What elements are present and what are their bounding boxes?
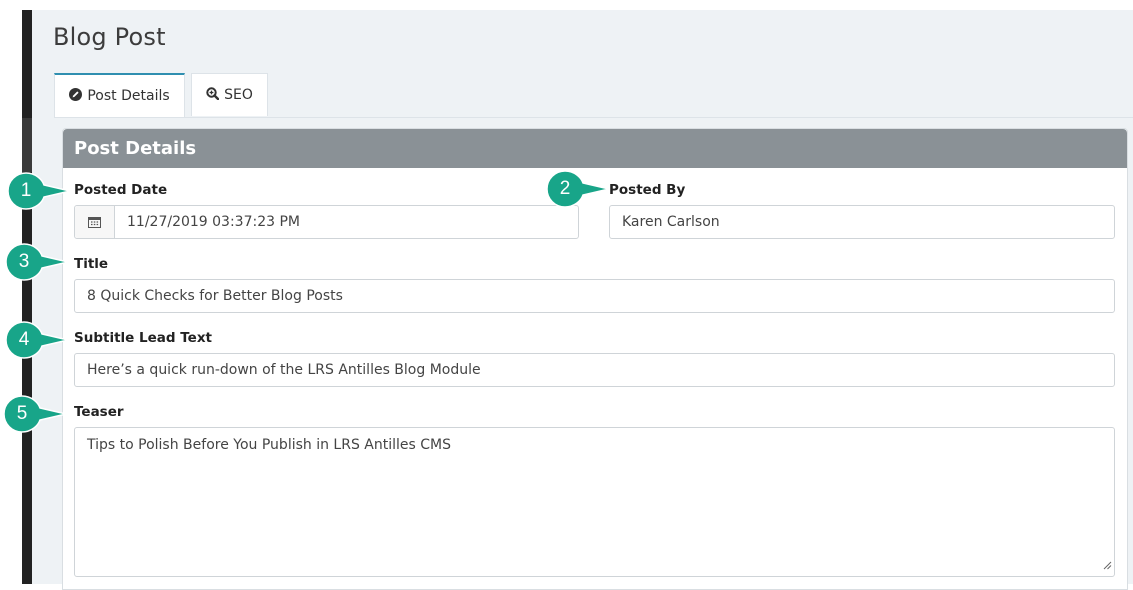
posted-date-label: Posted Date [74, 182, 168, 198]
tab-seo[interactable]: SEO [191, 73, 268, 116]
callout-3-number: 3 [18, 251, 30, 272]
subtitle-value: Here’s a quick run-down of the LRS Antil… [87, 362, 481, 378]
callout-5-number: 5 [16, 403, 28, 424]
callout-1: 1 [6, 171, 72, 211]
callout-5: 5 [2, 394, 68, 434]
callout-2-number: 2 [559, 178, 571, 199]
search-plus-icon [206, 86, 220, 104]
title-input[interactable]: 8 Quick Checks for Better Blog Posts [74, 279, 1115, 313]
main-content: Blog Post Post Details SEO Post Details … [32, 10, 1133, 590]
subtitle-input[interactable]: Here’s a quick run-down of the LRS Antil… [74, 353, 1115, 387]
tab-seo-label: SEO [224, 87, 253, 103]
title-value: 8 Quick Checks for Better Blog Posts [87, 288, 343, 304]
teaser-label: Teaser [74, 404, 124, 420]
title-label: Title [74, 256, 109, 272]
tab-post-details[interactable]: Post Details [54, 73, 185, 117]
posted-date-value: 11/27/2019 03:37:23 PM [127, 214, 300, 230]
callout-2: 2 [545, 169, 611, 209]
posted-by-input[interactable]: Karen Carlson [609, 205, 1115, 239]
callout-4: 4 [4, 320, 70, 360]
posted-by-label: Posted By [609, 182, 686, 198]
teaser-textarea[interactable]: Tips to Polish Before You Publish in LRS… [74, 427, 1115, 577]
page-title: Blog Post [53, 23, 166, 51]
top-strip [32, 0, 1133, 10]
callout-1-number: 1 [20, 180, 32, 201]
subtitle-label: Subtitle Lead Text [74, 330, 212, 346]
teaser-value: Tips to Polish Before You Publish in LRS… [87, 437, 451, 453]
posted-date-input[interactable]: 11/27/2019 03:37:23 PM [74, 205, 579, 239]
left-sidebar-edge [22, 10, 32, 584]
tab-divider [54, 117, 1133, 118]
callout-3: 3 [4, 242, 70, 282]
pencil-icon [69, 87, 83, 105]
callout-4-number: 4 [18, 329, 30, 350]
posted-by-value: Karen Carlson [622, 214, 720, 230]
resize-grip-icon[interactable] [1103, 558, 1112, 574]
calendar-icon[interactable] [75, 206, 115, 238]
tab-post-details-label: Post Details [87, 88, 170, 104]
panel-title: Post Details [63, 129, 1127, 168]
